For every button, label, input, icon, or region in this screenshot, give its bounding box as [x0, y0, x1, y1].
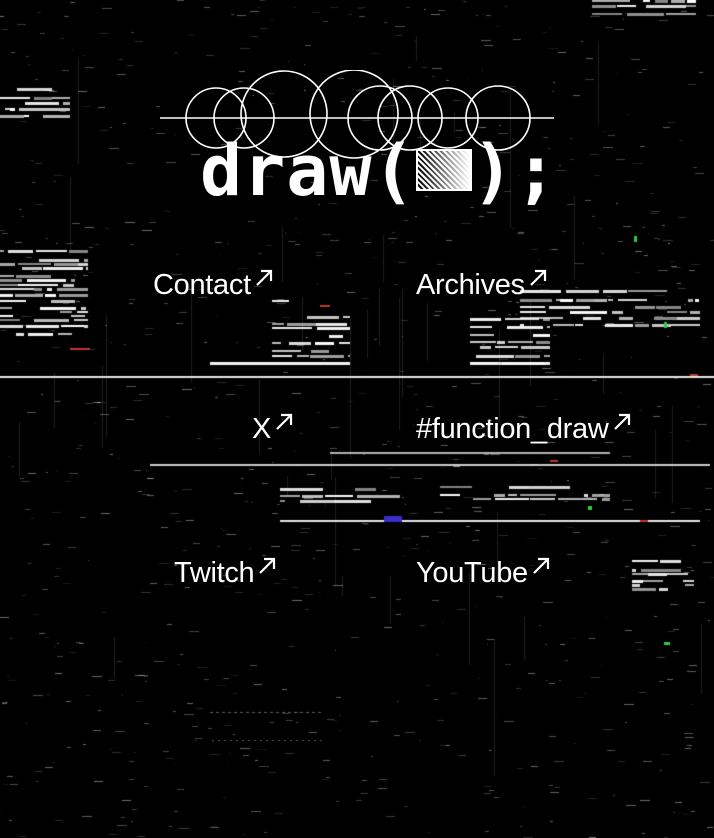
link-function-draw-label: #function_draw: [416, 413, 609, 445]
external-arrow-icon: [531, 556, 551, 576]
external-arrow-icon: [612, 412, 632, 432]
logo-prefix: draw(: [200, 130, 416, 212]
link-archives-label: Archives: [416, 269, 525, 301]
link-x[interactable]: X: [252, 412, 294, 446]
link-contact[interactable]: Contact: [153, 268, 274, 302]
site-logo[interactable]: draw();: [158, 70, 558, 210]
logo-wordmark: draw();: [200, 136, 558, 206]
link-archives[interactable]: Archives: [416, 268, 548, 302]
link-twitch[interactable]: Twitch: [174, 556, 277, 590]
external-arrow-icon: [254, 268, 274, 288]
external-arrow-icon: [274, 412, 294, 432]
dither-block-icon: [415, 149, 472, 191]
external-arrow-icon: [257, 556, 277, 576]
link-twitch-label: Twitch: [174, 557, 255, 589]
external-arrow-icon: [528, 268, 548, 288]
link-youtube[interactable]: YouTube: [416, 556, 551, 590]
link-contact-label: Contact: [153, 269, 251, 301]
link-youtube-label: YouTube: [416, 557, 528, 589]
link-x-label: X: [252, 413, 272, 445]
logo-suffix: );: [471, 130, 559, 212]
link-function-draw[interactable]: #function_draw: [416, 412, 632, 446]
